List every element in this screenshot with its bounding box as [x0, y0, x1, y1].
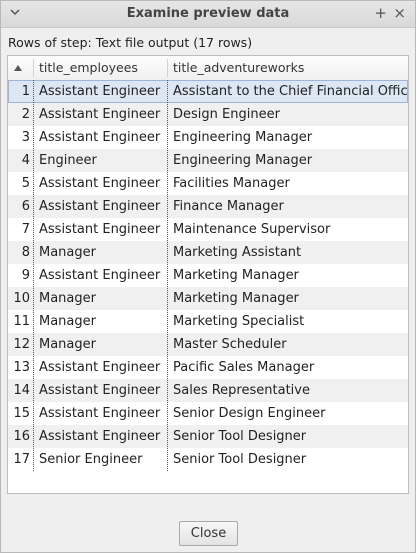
row-number: 17 [13, 452, 30, 467]
row-number: 3 [21, 130, 30, 145]
plus-icon[interactable]: + [374, 4, 387, 22]
header-separator [33, 59, 34, 77]
table-row[interactable]: 2 Assistant Engineer Design Engineer [8, 103, 408, 126]
header-separator [167, 59, 168, 77]
row-number: 15 [13, 406, 30, 421]
row-number: 4 [21, 153, 30, 168]
table-row[interactable]: 11 Manager Marketing Specialist [8, 310, 408, 333]
cell-title-adventureworks[interactable]: Design Engineer [173, 103, 280, 126]
row-number: 11 [13, 314, 30, 329]
row-number: 5 [21, 176, 30, 191]
cell-title-employees[interactable]: Assistant Engineer [39, 264, 160, 287]
row-number: 16 [13, 429, 30, 444]
cell-title-adventureworks[interactable]: Master Scheduler [173, 333, 287, 356]
cell-title-employees[interactable]: Assistant Engineer [39, 356, 160, 379]
table-header: title_employees title_adventureworks [8, 56, 408, 81]
table-row[interactable]: 4 Engineer Engineering Manager [8, 149, 408, 172]
close-icon[interactable]: × [393, 4, 406, 22]
cell-title-adventureworks[interactable]: Engineering Manager [173, 149, 312, 172]
rows-caption: Rows of step: Text file output (17 rows) [8, 35, 253, 50]
dialog-window: Examine preview data + × Rows of step: T… [0, 0, 416, 553]
table-row[interactable]: 1 Assistant Engineer Assistant to the Chie… [8, 80, 408, 103]
cell-title-adventureworks[interactable]: Maintenance Supervisor [173, 218, 330, 241]
table-row[interactable]: 17 Senior Engineer Senior Tool Designer [8, 448, 408, 471]
title-bar[interactable]: Examine preview data + × [1, 1, 415, 28]
row-number: 9 [21, 268, 30, 283]
row-number: 14 [13, 383, 30, 398]
cell-title-employees[interactable]: Assistant Engineer [39, 80, 160, 103]
table-row[interactable]: 7 Assistant Engineer Maintenance Superviso… [8, 218, 408, 241]
table-row[interactable]: 8 Manager Marketing Assistant [8, 241, 408, 264]
cell-title-adventureworks[interactable]: Pacific Sales Manager [173, 356, 314, 379]
preview-table[interactable]: title_employees title_adventureworks 1 As… [7, 55, 409, 494]
cell-title-employees[interactable]: Assistant Engineer [39, 218, 160, 241]
cell-title-adventureworks[interactable]: Assistant to the Chief Financial Officer [173, 80, 408, 103]
cell-title-employees[interactable]: Assistant Engineer [39, 126, 160, 149]
cell-title-adventureworks[interactable]: Marketing Manager [173, 264, 299, 287]
row-number: 2 [21, 107, 30, 122]
table-row[interactable]: 13 Assistant Engineer Pacific Sales Manage… [8, 356, 408, 379]
cell-title-adventureworks[interactable]: Marketing Manager [173, 287, 299, 310]
row-number: 1 [21, 84, 30, 99]
table-row[interactable]: 6 Assistant Engineer Finance Manager [8, 195, 408, 218]
row-number: 13 [13, 360, 30, 375]
cell-title-employees[interactable]: Assistant Engineer [39, 379, 160, 402]
table-row[interactable]: 10 Manager Marketing Manager [8, 287, 408, 310]
cell-title-adventureworks[interactable]: Senior Tool Designer [173, 425, 306, 448]
cell-title-adventureworks[interactable]: Marketing Specialist [173, 310, 304, 333]
cell-title-adventureworks[interactable]: Senior Design Engineer [173, 402, 325, 425]
table-row[interactable]: 15 Assistant Engineer Senior Design Engine… [8, 402, 408, 425]
cell-title-adventureworks[interactable]: Finance Manager [173, 195, 284, 218]
column-divider [33, 80, 34, 471]
window-title: Examine preview data [126, 6, 290, 21]
close-button[interactable]: Close [179, 521, 238, 546]
cell-title-employees[interactable]: Engineer [39, 149, 97, 172]
table-row[interactable]: 16 Assistant Engineer Senior Tool Designer [8, 425, 408, 448]
cell-title-employees[interactable]: Manager [39, 333, 96, 356]
cell-title-adventureworks[interactable]: Marketing Assistant [173, 241, 301, 264]
table-row[interactable]: 14 Assistant Engineer Sales Representative [8, 379, 408, 402]
table-row[interactable]: 3 Assistant Engineer Engineering Manager [8, 126, 408, 149]
table-body: 1 Assistant Engineer Assistant to the Chie… [8, 80, 408, 471]
row-number: 8 [21, 245, 30, 260]
cell-title-employees[interactable]: Assistant Engineer [39, 172, 160, 195]
column-header-title-employees[interactable]: title_employees [39, 56, 138, 80]
column-divider [167, 80, 168, 471]
cell-title-adventureworks[interactable]: Engineering Manager [173, 126, 312, 149]
table-row[interactable]: 5 Assistant Engineer Facilities Manager [8, 172, 408, 195]
row-number: 12 [13, 337, 30, 352]
cell-title-employees[interactable]: Senior Engineer [39, 448, 142, 471]
cell-title-adventureworks[interactable]: Facilities Manager [173, 172, 290, 195]
cell-title-adventureworks[interactable]: Sales Representative [173, 379, 310, 402]
cell-title-employees[interactable]: Manager [39, 310, 96, 333]
cell-title-employees[interactable]: Assistant Engineer [39, 195, 160, 218]
cell-title-employees[interactable]: Assistant Engineer [39, 103, 160, 126]
row-number: 7 [21, 222, 30, 237]
table-row[interactable]: 9 Assistant Engineer Marketing Manager [8, 264, 408, 287]
sort-ascending-icon[interactable] [14, 65, 22, 71]
row-number: 10 [13, 291, 30, 306]
row-number: 6 [21, 199, 30, 214]
cell-title-employees[interactable]: Assistant Engineer [39, 425, 160, 448]
cell-title-adventureworks[interactable]: Senior Tool Designer [173, 448, 306, 471]
table-row[interactable]: 12 Manager Master Scheduler [8, 333, 408, 356]
column-header-title-adventureworks[interactable]: title_adventureworks [173, 56, 304, 80]
cell-title-employees[interactable]: Assistant Engineer [39, 402, 160, 425]
cell-title-employees[interactable]: Manager [39, 241, 96, 264]
cell-title-employees[interactable]: Manager [39, 287, 96, 310]
